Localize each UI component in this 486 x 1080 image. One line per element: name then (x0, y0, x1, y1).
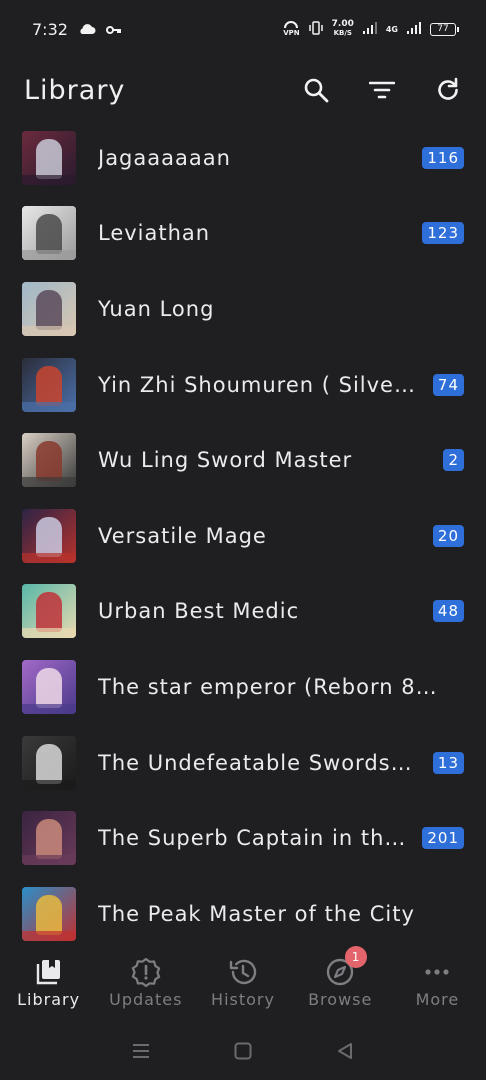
battery-level: 77 (437, 24, 449, 34)
nav-more[interactable]: More (389, 944, 486, 1022)
status-right: VPN 7.00 KB/S 4G 77 (283, 20, 459, 38)
nav-browse-label: Browse (308, 990, 373, 1009)
library-item-title: Leviathan (98, 221, 211, 246)
library-item-title: The Superb Captain in the City (98, 826, 423, 851)
unread-count-badge: 13 (432, 751, 464, 774)
library-list[interactable]: Jagaaaaaan 116 Leviathan 123 Yuan Long Yin Zh… (0, 122, 486, 942)
menu-lines-icon (133, 1044, 149, 1058)
header-actions (300, 74, 464, 106)
nav-more-label: More (415, 990, 460, 1009)
library-item-title: Yuan Long (98, 296, 215, 321)
library-item[interactable]: The Undefeatable Swordsman 13 (0, 725, 486, 801)
nav-browse[interactable]: Browse 1 (292, 944, 389, 1022)
library-list-inner: Jagaaaaaan 116 Leviathan 123 Yuan Long Yin Zh… (0, 122, 486, 942)
library-item-title: The Peak Master of the City (98, 901, 415, 926)
manga-cover-thumbnail (22, 281, 76, 336)
manga-cover-thumbnail (22, 659, 76, 714)
manga-cover-thumbnail (22, 735, 76, 790)
triangle-back-icon (338, 1043, 352, 1059)
nav-library-label: Library (17, 990, 81, 1009)
back-button[interactable] (332, 1038, 358, 1064)
library-item-title: The Undefeatable Swordsman (98, 750, 433, 775)
status-left: 7:32 (32, 20, 122, 39)
vpn-label: VPN (283, 29, 300, 37)
library-item-title: Versatile Mage (98, 523, 267, 548)
status-time: 7:32 (32, 19, 68, 39)
library-item[interactable]: Yin Zhi Shoumuren ( Silver Guardian )74 (0, 347, 486, 423)
unread-count-badge: 74 (432, 373, 464, 396)
refresh-button[interactable] (432, 74, 464, 106)
library-item[interactable]: Yuan Long (0, 271, 486, 347)
library-item[interactable]: The Superb Captain in the City 201 (0, 800, 486, 876)
library-item-title: Wu Ling Sword Master (98, 448, 353, 473)
bookmark-book-icon (34, 956, 64, 988)
page-title: Library (24, 74, 126, 106)
library-item-title: Yin Zhi Shoumuren ( Silver Guardian ) (98, 372, 433, 397)
manga-cover-thumbnail (22, 508, 76, 563)
battery-icon: 77 (430, 22, 459, 36)
library-item-title: The star emperor (Reborn 80,000 years) (98, 674, 464, 699)
unread-count-badge: 201 (422, 827, 464, 850)
nav-history-label: History (211, 990, 275, 1009)
recent-apps-button[interactable] (128, 1038, 154, 1064)
filter-button[interactable] (366, 74, 398, 106)
speed-unit: KB/S (333, 29, 352, 37)
network-type-label: 4G (385, 24, 398, 34)
history-icon (228, 956, 258, 988)
network-speed: 7.00 KB/S (332, 20, 354, 38)
manga-cover-thumbnail (22, 811, 76, 866)
square-icon (234, 1042, 252, 1060)
library-item[interactable]: Versatile Mage 20 (0, 498, 486, 574)
search-button[interactable] (300, 74, 332, 106)
unread-count-badge: 116 (422, 146, 464, 169)
library-item[interactable]: Leviathan 123 (0, 196, 486, 272)
nav-updates[interactable]: Updates (97, 944, 194, 1022)
nav-history[interactable]: History (194, 944, 291, 1022)
cloud-icon (78, 20, 96, 39)
manga-cover-thumbnail (22, 206, 76, 261)
vibrate-icon (308, 20, 324, 38)
app-header: Library (0, 58, 486, 122)
key-icon (105, 20, 122, 39)
signal-icon (362, 21, 378, 37)
system-navigation-bar (0, 1022, 486, 1080)
alert-badge-icon (131, 956, 161, 988)
manga-cover-thumbnail (22, 357, 76, 412)
status-bar: 7:32 VPN 7.00 KB/S 4G 77 (0, 0, 486, 58)
unread-count-badge: 2 (443, 449, 464, 472)
library-item[interactable]: Jagaaaaaan 116 (0, 122, 486, 196)
library-item[interactable]: Wu Ling Sword Master 2 (0, 422, 486, 498)
nav-library[interactable]: Library (0, 944, 97, 1022)
vpn-icon: VPN (283, 21, 300, 37)
manga-cover-thumbnail (22, 130, 76, 185)
manga-cover-thumbnail (22, 584, 76, 639)
manga-cover-thumbnail (22, 886, 76, 941)
library-item-title: Urban Best Medic (98, 599, 300, 624)
refresh-icon (438, 77, 458, 100)
browse-notification-badge: 1 (345, 946, 368, 968)
filter-icon (369, 81, 395, 99)
library-item[interactable]: The Peak Master of the City (0, 876, 486, 942)
library-item[interactable]: The star emperor (Reborn 80,000 years) (0, 649, 486, 725)
library-item-title: Jagaaaaaan (98, 145, 231, 170)
search-icon (304, 78, 329, 103)
home-button[interactable] (230, 1038, 256, 1064)
library-item[interactable]: Urban Best Medic 48 (0, 574, 486, 650)
signal-4g-icon (406, 21, 422, 37)
unread-count-badge: 48 (432, 600, 464, 623)
nav-updates-label: Updates (109, 990, 183, 1009)
speed-value: 7.00 (331, 19, 354, 29)
manga-cover-thumbnail (22, 433, 76, 488)
more-horizontal-icon (422, 956, 452, 988)
unread-count-badge: 123 (422, 222, 464, 245)
bottom-nav: Library Updates History Browse 1 More (0, 944, 486, 1022)
unread-count-badge: 20 (432, 524, 464, 547)
